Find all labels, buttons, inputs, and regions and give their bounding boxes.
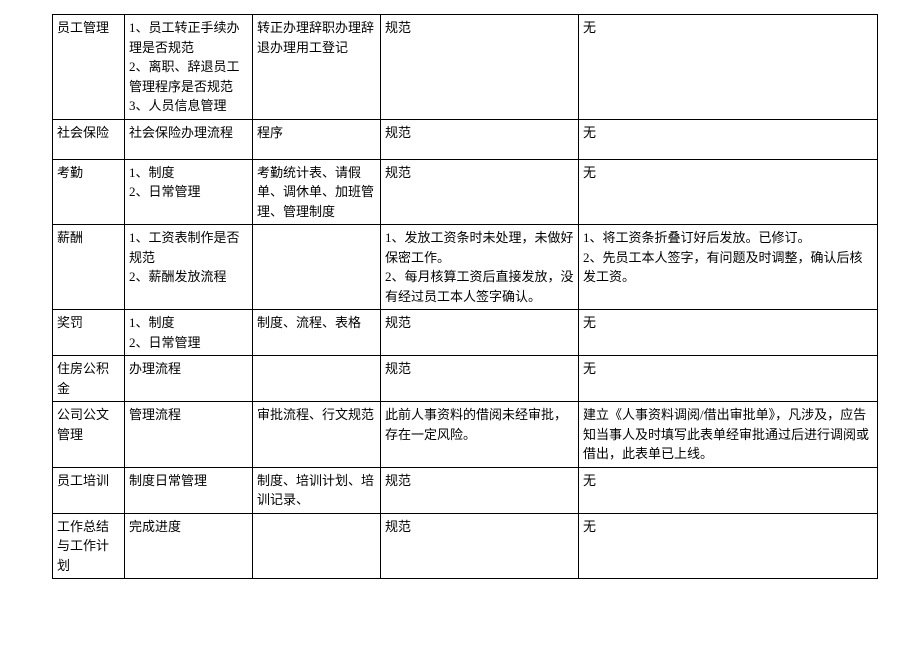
audit-table: 员工管理 1、员工转正手续办理是否规范2、离职、辞退员工管理程序是否规范3、人员… (52, 14, 878, 579)
cell: 完成进度 (125, 513, 253, 579)
cell: 办理流程 (125, 356, 253, 402)
cell: 1、员工转正手续办理是否规范2、离职、辞退员工管理程序是否规范3、人员信息管理 (125, 15, 253, 120)
cell: 无 (579, 513, 878, 579)
table-row: 公司公文管理 管理流程 审批流程、行文规范 此前人事资料的借阅未经审批，存在一定… (53, 402, 878, 468)
cell: 转正办理辞职办理辞退办理用工登记 (253, 15, 381, 120)
cell: 规范 (381, 467, 579, 513)
table-row: 社会保险 社会保险办理流程 程序 规范 无 (53, 119, 878, 159)
table-row: 员工管理 1、员工转正手续办理是否规范2、离职、辞退员工管理程序是否规范3、人员… (53, 15, 878, 120)
table-row: 考勤 1、制度2、日常管理 考勤统计表、请假单、调休单、加班管理、管理制度 规范… (53, 159, 878, 225)
cell: 无 (579, 467, 878, 513)
table-row: 员工培训 制度日常管理 制度、培训计划、培训记录、 规范 无 (53, 467, 878, 513)
cell: 奖罚 (53, 310, 125, 356)
cell: 制度、培训计划、培训记录、 (253, 467, 381, 513)
cell: 社会保险办理流程 (125, 119, 253, 159)
cell: 员工管理 (53, 15, 125, 120)
table-row: 工作总结与工作计划 完成进度 规范 无 (53, 513, 878, 579)
cell: 规范 (381, 356, 579, 402)
table-row: 奖罚 1、制度2、日常管理 制度、流程、表格 规范 无 (53, 310, 878, 356)
cell: 制度日常管理 (125, 467, 253, 513)
cell: 规范 (381, 159, 579, 225)
cell: 规范 (381, 15, 579, 120)
cell: 公司公文管理 (53, 402, 125, 468)
cell (253, 356, 381, 402)
cell: 此前人事资料的借阅未经审批，存在一定风险。 (381, 402, 579, 468)
cell: 薪酬 (53, 225, 125, 310)
cell: 员工培训 (53, 467, 125, 513)
cell: 1、将工资条折叠订好后发放。已修订。2、先员工本人签字，有问题及时调整，确认后核… (579, 225, 878, 310)
cell: 1、制度2、日常管理 (125, 159, 253, 225)
page-container: 员工管理 1、员工转正手续办理是否规范2、离职、辞退员工管理程序是否规范3、人员… (0, 0, 920, 609)
cell: 无 (579, 310, 878, 356)
cell: 无 (579, 119, 878, 159)
cell: 建立《人事资料调阅/借出审批单》，凡涉及，应告知当事人及时填写此表单经审批通过后… (579, 402, 878, 468)
cell: 无 (579, 356, 878, 402)
cell: 考勤统计表、请假单、调休单、加班管理、管理制度 (253, 159, 381, 225)
cell (253, 513, 381, 579)
cell: 工作总结与工作计划 (53, 513, 125, 579)
cell: 程序 (253, 119, 381, 159)
cell: 审批流程、行文规范 (253, 402, 381, 468)
table-row: 住房公积金 办理流程 规范 无 (53, 356, 878, 402)
cell: 住房公积金 (53, 356, 125, 402)
cell: 无 (579, 15, 878, 120)
cell: 无 (579, 159, 878, 225)
cell: 规范 (381, 513, 579, 579)
cell: 制度、流程、表格 (253, 310, 381, 356)
cell: 管理流程 (125, 402, 253, 468)
cell: 1、工资表制作是否规范2、薪酬发放流程 (125, 225, 253, 310)
cell: 社会保险 (53, 119, 125, 159)
table-row: 薪酬 1、工资表制作是否规范2、薪酬发放流程 1、发放工资条时未处理，未做好保密… (53, 225, 878, 310)
cell: 1、制度2、日常管理 (125, 310, 253, 356)
cell: 规范 (381, 119, 579, 159)
cell: 规范 (381, 310, 579, 356)
cell (253, 225, 381, 310)
cell: 1、发放工资条时未处理，未做好保密工作。2、每月核算工资后直接发放，没有经过员工… (381, 225, 579, 310)
cell: 考勤 (53, 159, 125, 225)
